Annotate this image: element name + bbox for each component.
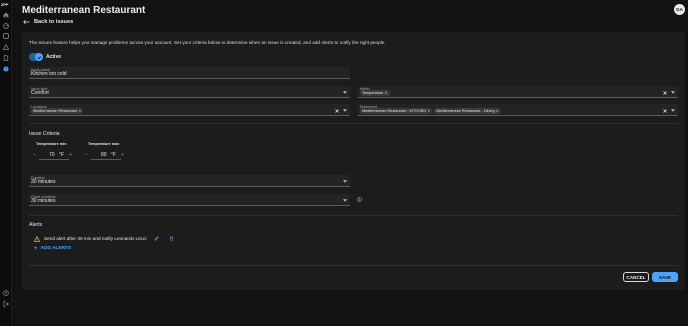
chevron-down-icon <box>343 109 347 112</box>
add-alerts-button[interactable]: + ADD ALERTS <box>34 245 71 252</box>
chip-remove-icon[interactable]: ✕ <box>496 109 499 113</box>
chevron-down-icon <box>343 180 347 183</box>
issue-name-field[interactable]: Issue name Kitchen too cold <box>29 67 350 79</box>
active-toggle[interactable] <box>29 53 43 61</box>
add-alerts-label: ADD ALERTS <box>40 246 72 251</box>
delete-icon[interactable] <box>169 236 174 241</box>
page-title: Mediterranean Restaurant <box>22 5 146 16</box>
check-icon <box>35 53 43 61</box>
alert-text: Send alert after 30 min and notify Leona… <box>44 236 147 241</box>
equipment-chip: Mediterranean Restaurant - Dining ✕ <box>434 107 501 114</box>
metric-chip: Temperature ✕ <box>360 89 390 96</box>
temp-max-input[interactable]: 80 °F <box>91 151 121 160</box>
home-icon[interactable] <box>3 12 9 18</box>
alert-item: Send alert after 30 min and notify Leona… <box>34 235 174 242</box>
chip-remove-icon[interactable]: ✕ <box>78 109 81 113</box>
temp-min-unit: °F <box>59 152 65 158</box>
location-chip: Mediterranean Restaurant ✕ <box>31 107 84 114</box>
metric-select[interactable]: Metric Temperature✕ <box>358 86 678 98</box>
equipment-chip: Mediterranean Restaurant - KITCHEN ✕ <box>360 107 433 114</box>
temp-min-input[interactable]: 70 °F <box>39 151 69 160</box>
divider <box>29 123 678 124</box>
clear-icon[interactable] <box>663 91 667 95</box>
chevron-down-icon <box>671 109 675 112</box>
chip-remove-icon[interactable]: ✕ <box>427 109 430 113</box>
layers-icon[interactable] <box>3 33 9 39</box>
alerts-title: Alerts <box>29 222 43 228</box>
divider <box>29 215 678 216</box>
clear-icon[interactable] <box>335 109 339 113</box>
back-label: Back to issues <box>34 19 74 25</box>
back-to-issues-link[interactable]: Back to issues <box>23 18 73 26</box>
issue-form-card: The Issues feature helps you manage prob… <box>22 32 685 290</box>
warning-icon <box>34 235 40 242</box>
divider <box>29 265 678 266</box>
duration-value: 30 minutes <box>31 178 56 185</box>
chevron-down-icon <box>343 199 347 202</box>
temp-max-value: 80 <box>101 152 107 158</box>
cancel-button[interactable]: CANCEL <box>623 272 649 282</box>
temp-max-increment[interactable]: + <box>121 152 124 158</box>
temp-max-label: Temperature max <box>88 142 120 146</box>
temp-min-increment[interactable]: + <box>69 152 72 158</box>
duration-select[interactable]: Duration 30 minutes <box>29 175 350 187</box>
temp-max-decrement[interactable]: − <box>85 152 88 158</box>
close-condition-value: 30 minutes <box>31 197 56 204</box>
logout-icon[interactable] <box>3 301 9 307</box>
issue-name-value: Kitchen too cold <box>31 70 67 77</box>
close-condition-select[interactable]: Close condition 30 minutes <box>29 194 350 206</box>
equipment-select[interactable]: Equipment Mediterranean Restaurant - KIT… <box>358 104 678 116</box>
issue-criteria-title: Issue Criteria <box>29 131 60 137</box>
save-button[interactable]: SAVE <box>652 272 678 282</box>
info-icon[interactable] <box>357 197 362 202</box>
issue-type-value: Comfort <box>31 89 49 96</box>
chevron-down-icon <box>671 91 675 94</box>
warning-icon[interactable] <box>3 44 9 50</box>
temp-min-decrement[interactable]: − <box>33 152 36 158</box>
chevron-down-icon <box>343 91 347 94</box>
plus-icon: + <box>34 245 38 252</box>
app-logo: ZPP <box>1 2 9 7</box>
locations-select[interactable]: Locations Mediterranean Restaurant✕ <box>29 104 350 116</box>
issue-type-select[interactable]: Issue type Comfort <box>29 86 350 98</box>
help-icon[interactable] <box>3 290 9 296</box>
document-icon[interactable] <box>3 55 9 61</box>
temp-min-label: Temperature min <box>36 142 67 146</box>
active-label: Active <box>46 53 62 60</box>
issues-icon[interactable] <box>3 66 9 72</box>
chip-remove-icon[interactable]: ✕ <box>385 91 388 95</box>
intro-text: The Issues feature helps you manage prob… <box>29 40 386 45</box>
temp-max-unit: °F <box>111 152 117 158</box>
arrow-left-icon <box>23 20 30 24</box>
side-rail: ZPP <box>0 0 12 326</box>
clear-icon[interactable] <box>663 109 667 113</box>
user-avatar[interactable]: GA <box>674 4 685 15</box>
dashboard-icon[interactable] <box>3 23 9 29</box>
edit-icon[interactable] <box>154 236 160 241</box>
temp-min-value: 70 <box>49 152 55 158</box>
